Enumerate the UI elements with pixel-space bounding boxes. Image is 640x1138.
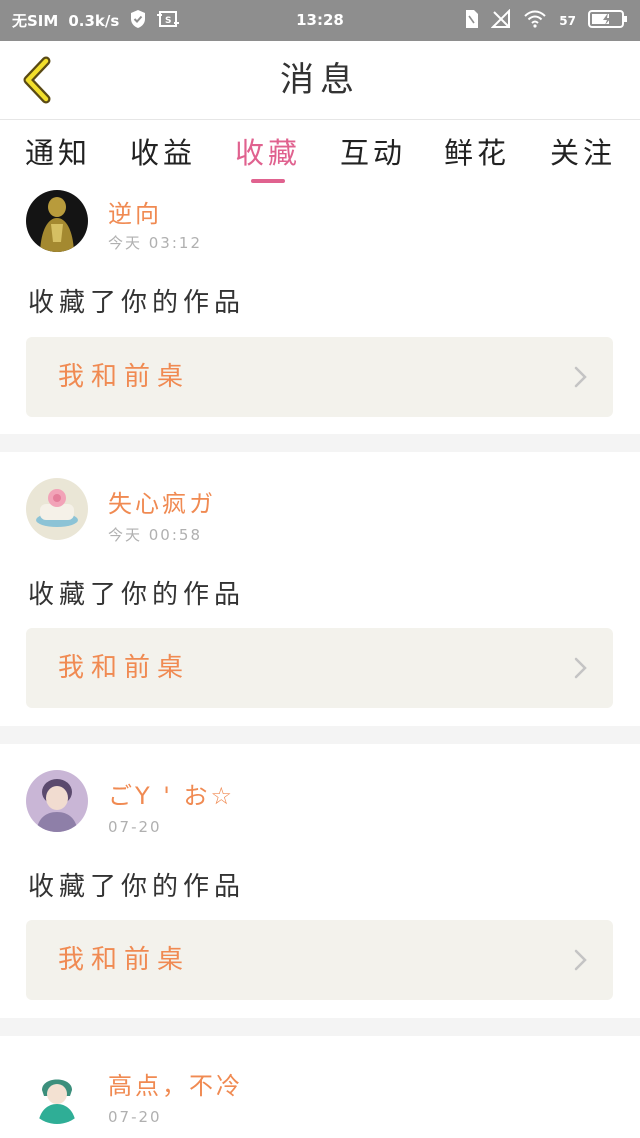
action-text: 收藏了你的作品 bbox=[28, 288, 246, 318]
message-card: 失心疯ガ 今天 00:58 收藏了你的作品 我和前桌 bbox=[0, 452, 640, 726]
chevron-right-icon bbox=[574, 366, 587, 388]
username[interactable]: ごY ' お☆ bbox=[108, 776, 235, 811]
status-right: 57 bbox=[465, 0, 628, 41]
timestamp: 今天 03:12 bbox=[108, 234, 202, 252]
chevron-right-icon bbox=[574, 657, 587, 679]
message-card: 高点，不冷 07-20 bbox=[0, 1036, 640, 1138]
active-tab-indicator bbox=[251, 179, 285, 183]
work-title: 我和前桌 bbox=[58, 945, 191, 975]
tab-favorites[interactable]: 收藏 bbox=[218, 120, 318, 190]
timestamp: 07-20 bbox=[108, 818, 162, 836]
avatar[interactable] bbox=[26, 190, 88, 252]
message-card: ごY ' お☆ 07-20 收藏了你的作品 我和前桌 bbox=[0, 744, 640, 1018]
action-text: 收藏了你的作品 bbox=[28, 580, 246, 610]
battery-percent: 57 bbox=[559, 13, 576, 28]
work-title: 我和前桌 bbox=[58, 362, 191, 392]
message-card: 逆向 今天 03:12 收藏了你的作品 我和前桌 bbox=[0, 190, 640, 434]
work-link[interactable]: 我和前桌 bbox=[26, 628, 613, 708]
work-link[interactable]: 我和前桌 bbox=[26, 337, 613, 417]
avatar[interactable] bbox=[26, 478, 88, 540]
tab-notifications[interactable]: 通知 bbox=[8, 120, 108, 190]
work-title: 我和前桌 bbox=[58, 653, 191, 683]
avatar[interactable] bbox=[26, 1062, 88, 1124]
timestamp: 07-20 bbox=[108, 1108, 162, 1126]
username[interactable]: 高点，不冷 bbox=[108, 1066, 243, 1101]
header: 消息 bbox=[0, 41, 640, 120]
work-link[interactable]: 我和前桌 bbox=[26, 920, 613, 1000]
signal-off-icon bbox=[490, 8, 511, 32]
tab-favorites-label: 收藏 bbox=[234, 136, 301, 170]
battery-icon bbox=[588, 9, 628, 32]
back-button[interactable] bbox=[14, 55, 60, 105]
avatar[interactable] bbox=[26, 770, 88, 832]
tab-following[interactable]: 关注 bbox=[533, 120, 633, 190]
tab-earnings[interactable]: 收益 bbox=[113, 120, 213, 190]
tab-bar: 通知 收益 收藏 互动 鲜花 关注 bbox=[0, 120, 640, 190]
wifi-icon bbox=[523, 10, 547, 31]
sim-off-icon bbox=[465, 9, 479, 32]
chevron-right-icon bbox=[574, 949, 587, 971]
tab-flowers[interactable]: 鲜花 bbox=[427, 120, 527, 190]
page-title: 消息 bbox=[280, 60, 360, 100]
action-text: 收藏了你的作品 bbox=[28, 872, 246, 902]
tab-interactions[interactable]: 互动 bbox=[323, 120, 423, 190]
chevron-left-icon bbox=[23, 56, 51, 104]
timestamp: 今天 00:58 bbox=[108, 526, 202, 544]
username[interactable]: 逆向 bbox=[108, 194, 162, 229]
status-bar: 无SIM 0.3k/s S 13:28 57 bbox=[0, 0, 640, 41]
username[interactable]: 失心疯ガ bbox=[108, 484, 216, 519]
